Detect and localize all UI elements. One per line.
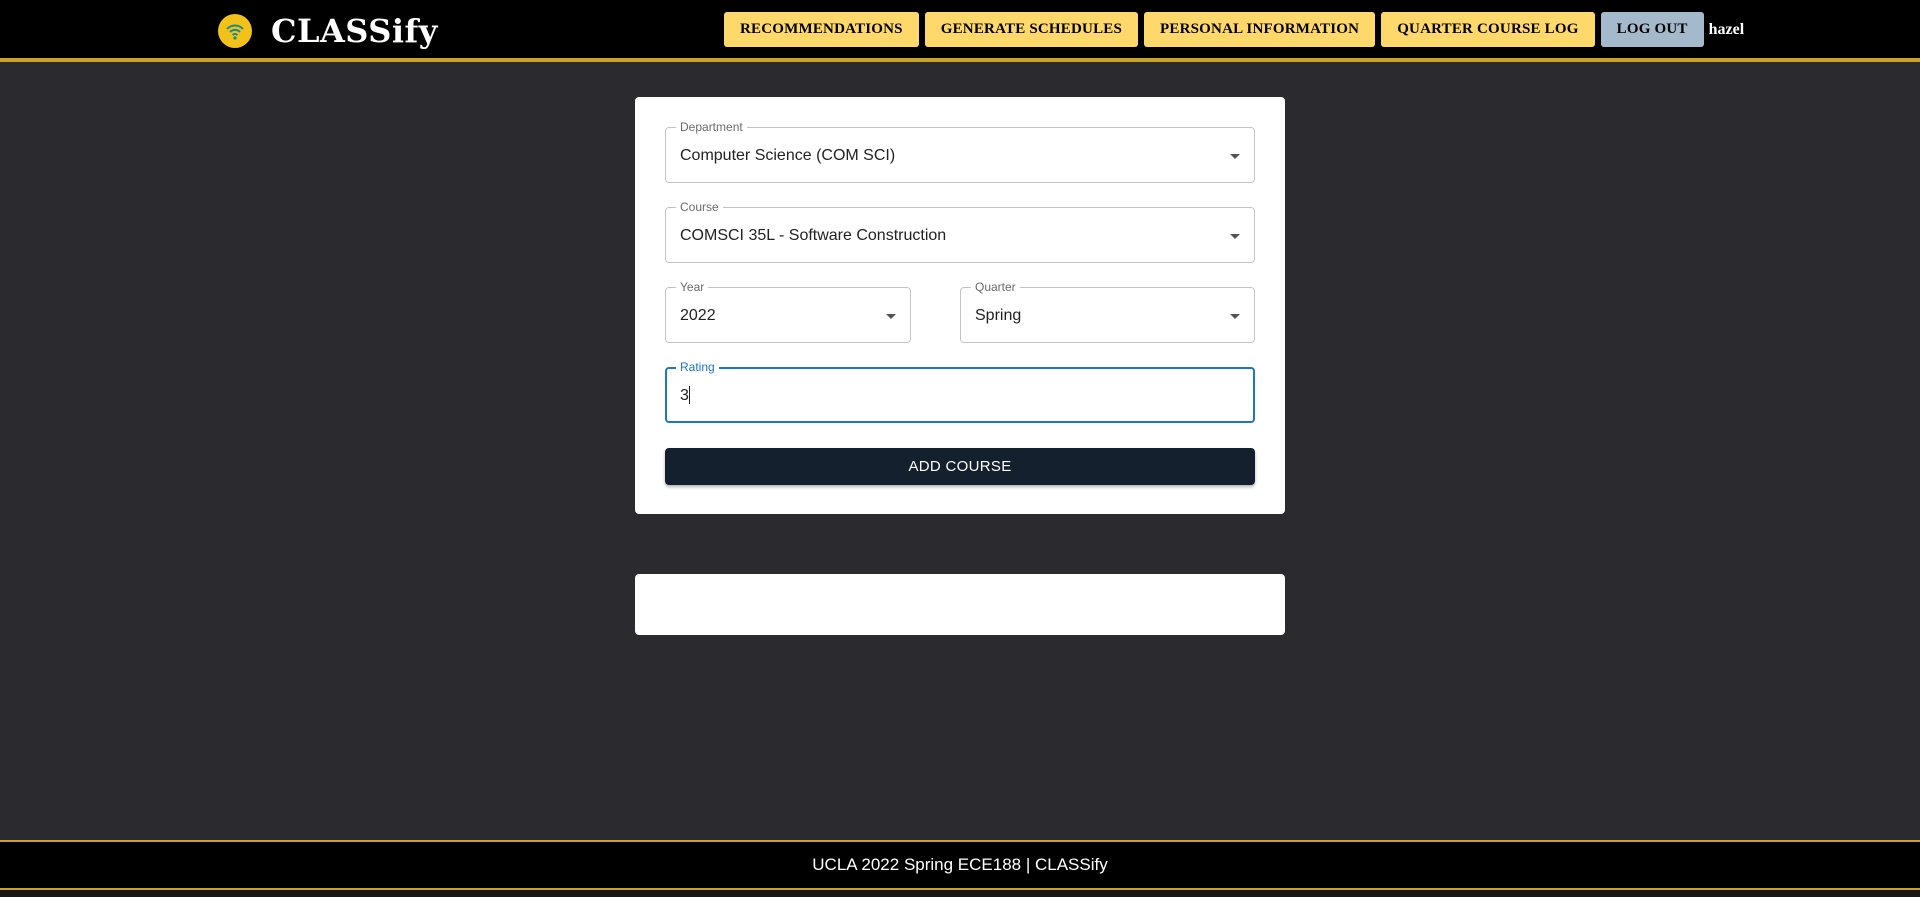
top-navbar: CLASSify RECOMMENDATIONS GENERATE SCHEDU… bbox=[0, 0, 1920, 62]
brand[interactable]: CLASSify bbox=[218, 12, 438, 50]
rating-value-wrap: 3 bbox=[680, 385, 690, 406]
course-label: Course bbox=[676, 199, 723, 215]
quarter-value: Spring bbox=[975, 307, 1022, 324]
year-select[interactable]: Year 2022 bbox=[665, 279, 911, 343]
department-label: Department bbox=[676, 119, 747, 135]
chevron-down-icon bbox=[1230, 314, 1240, 319]
wifi-signal-icon bbox=[218, 14, 252, 48]
rating-value: 3 bbox=[680, 387, 689, 404]
username: hazel bbox=[1708, 20, 1745, 38]
bottom-strip bbox=[0, 890, 1920, 897]
footer-text: UCLA 2022 Spring ECE188 | CLASSify bbox=[812, 855, 1108, 874]
year-label: Year bbox=[676, 279, 709, 295]
chevron-down-icon bbox=[1230, 234, 1240, 239]
nav-menu: RECOMMENDATIONS GENERATE SCHEDULES PERSO… bbox=[724, 12, 1744, 47]
course-log-panel bbox=[635, 574, 1285, 635]
add-course-form: Department Computer Science (COM SCI) Co… bbox=[635, 97, 1285, 514]
course-value: COMSCI 35L - Software Construction bbox=[680, 227, 947, 244]
rating-input[interactable]: Rating 3 bbox=[665, 359, 1255, 423]
quarter-course-log-button[interactable]: QUARTER COURSE LOG bbox=[1381, 12, 1595, 47]
chevron-down-icon bbox=[886, 314, 896, 319]
year-value: 2022 bbox=[680, 307, 716, 324]
add-course-button[interactable]: ADD COURSE bbox=[665, 448, 1255, 485]
app-title: CLASSify bbox=[271, 12, 438, 50]
generate-schedules-button[interactable]: GENERATE SCHEDULES bbox=[924, 12, 1139, 47]
rating-label: Rating bbox=[676, 359, 719, 375]
quarter-select[interactable]: Quarter Spring bbox=[960, 279, 1255, 343]
quarter-label: Quarter bbox=[971, 279, 1020, 295]
recommendations-button[interactable]: RECOMMENDATIONS bbox=[724, 12, 919, 47]
department-value: Computer Science (COM SCI) bbox=[680, 147, 896, 164]
personal-information-button[interactable]: PERSONAL INFORMATION bbox=[1144, 12, 1376, 47]
chevron-down-icon bbox=[1230, 154, 1240, 159]
footer: UCLA 2022 Spring ECE188 | CLASSify bbox=[0, 840, 1920, 890]
course-select[interactable]: Course COMSCI 35L - Software Constructio… bbox=[665, 199, 1255, 263]
logout-button[interactable]: LOG OUT bbox=[1600, 12, 1704, 47]
department-select[interactable]: Department Computer Science (COM SCI) bbox=[665, 119, 1255, 183]
text-cursor bbox=[688, 385, 690, 404]
